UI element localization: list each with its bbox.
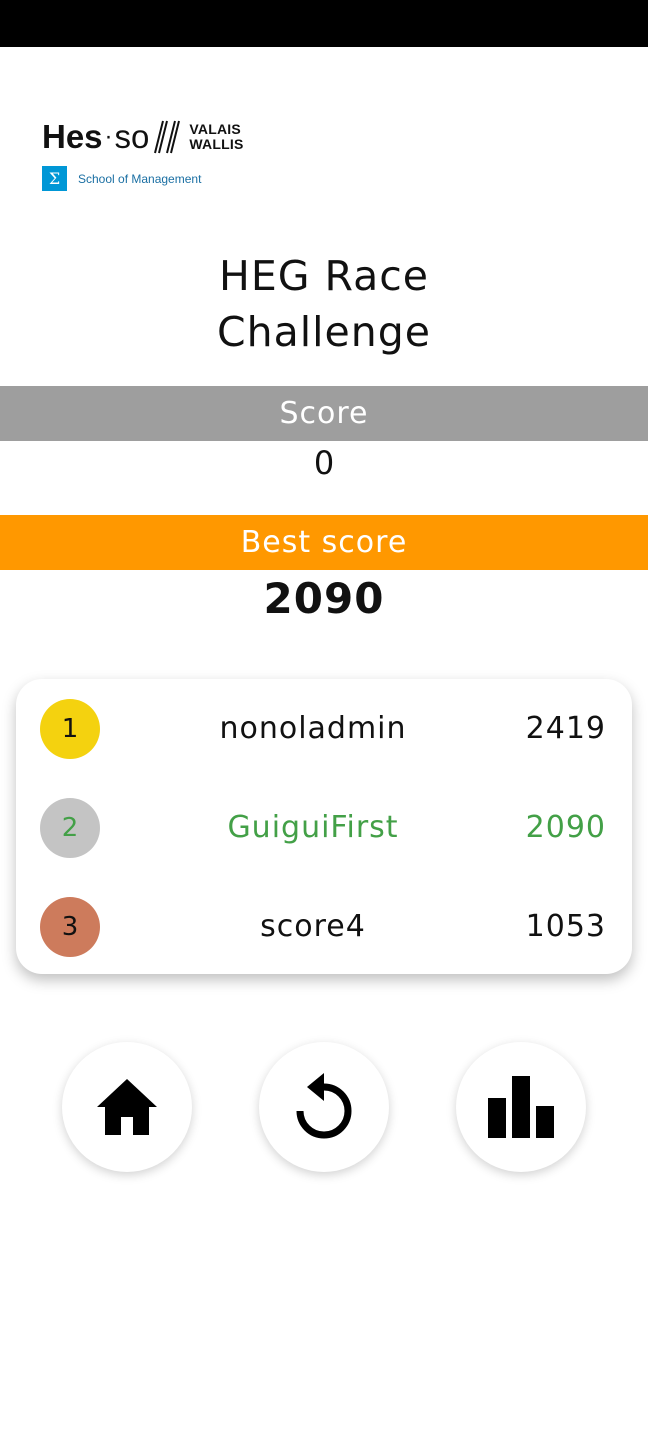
- sigma-icon: Σ: [42, 166, 67, 191]
- best-score-value: 2090: [263, 574, 385, 623]
- score-value: 0: [313, 444, 335, 482]
- logo-slashes-icon: [154, 120, 181, 154]
- logo-dot: ·: [104, 123, 113, 150]
- leaderboard-row: 2 GuiguiFirst 2090: [16, 798, 632, 858]
- leaderboard-row: 1 nonoladmin 2419: [16, 699, 632, 759]
- home-button[interactable]: [62, 1042, 192, 1172]
- player-name: GuiguiFirst: [227, 810, 399, 845]
- logo-region: VALAIS WALLIS: [189, 122, 243, 152]
- leaderboard-button[interactable]: [456, 1042, 586, 1172]
- rank-badge: 2: [40, 798, 100, 858]
- score-header: Score: [0, 386, 648, 441]
- title-line-1: HEG Race: [218, 252, 430, 300]
- school-of-management-label: School of Management: [78, 171, 202, 186]
- logo-so-text: SO: [114, 118, 150, 155]
- status-bar: [0, 0, 648, 47]
- leaderboard-card: 1 nonoladmin 2419 2 GuiguiFirst 2090 3 s…: [16, 679, 632, 974]
- player-name: nonoladmin: [219, 711, 407, 746]
- hes-so-logo: Hes · SO VALAIS WALLIS Σ School of Manag…: [42, 118, 282, 198]
- page-title: HEG Race Challenge: [0, 248, 648, 360]
- logo-region-valais: VALAIS: [189, 121, 241, 137]
- leaderboard-icon: [488, 1076, 554, 1138]
- player-score: 2090: [525, 810, 606, 845]
- rank-badge: 1: [40, 699, 100, 759]
- home-icon: [97, 1079, 157, 1135]
- title-line-2: Challenge: [217, 308, 431, 356]
- logo-hes-text: Hes: [42, 118, 103, 155]
- leaderboard-row: 3 score4 1053: [16, 897, 632, 957]
- replay-icon: [296, 1073, 352, 1139]
- replay-button[interactable]: [259, 1042, 389, 1172]
- player-score: 1053: [525, 909, 606, 944]
- logo-region-wallis: WALLIS: [189, 136, 244, 152]
- rank-badge: 3: [40, 897, 100, 957]
- player-name: score4: [260, 909, 366, 944]
- player-score: 2419: [525, 711, 606, 746]
- best-score-header: Best score: [0, 515, 648, 570]
